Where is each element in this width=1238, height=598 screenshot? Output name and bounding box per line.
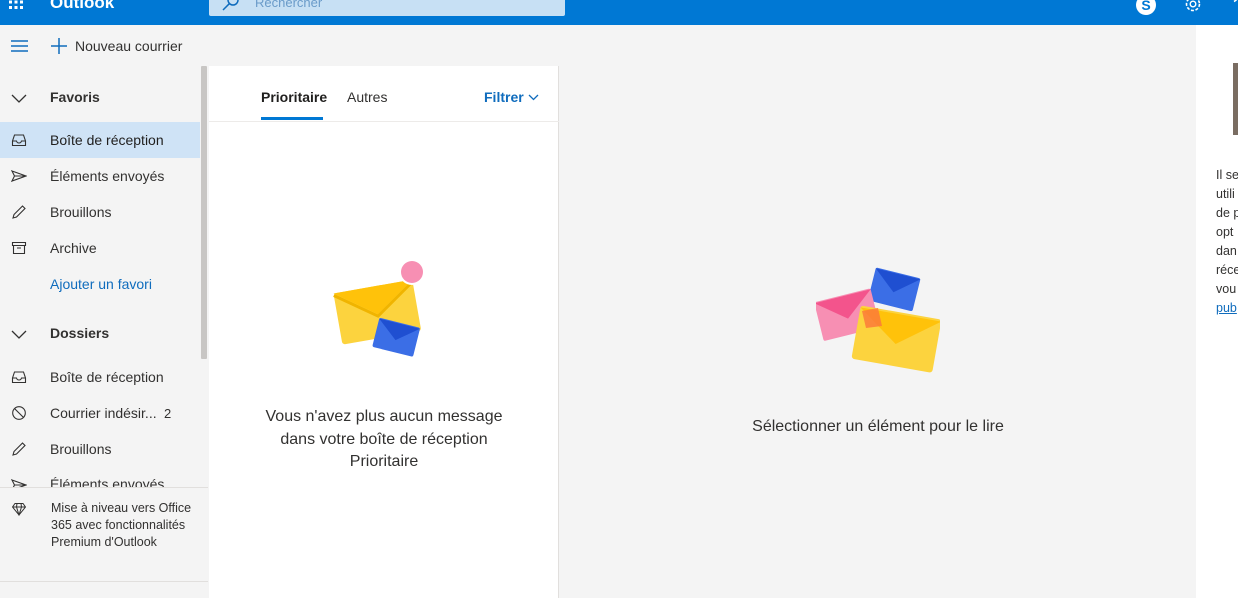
empty-reading-illustration (816, 267, 940, 373)
reading-pane-message: Sélectionner un élément pour le lire (752, 418, 1004, 435)
message-list-tabs: Prioritaire Autres Filtrer (209, 66, 559, 122)
skype-icon[interactable]: S (1135, 0, 1157, 16)
folder-pane-scrollbar[interactable] (201, 66, 207, 359)
folder-pane-bottom-divider (0, 581, 208, 582)
top-bar: Outlook Rechercher S (0, 0, 1238, 25)
folder-junk-count: 2 (164, 405, 172, 421)
ad-column: Il se utili de p opt dan réce vou pub (1196, 25, 1238, 598)
hamburger-icon[interactable] (11, 40, 28, 52)
filter-label: Filtrer (484, 89, 524, 105)
ad-text-line: utili (1216, 187, 1235, 201)
add-favorite-link[interactable]: Ajouter un favori (0, 266, 200, 302)
pencil-icon (12, 205, 26, 219)
tab-other[interactable]: Autres (347, 89, 387, 105)
chevron-down-icon (11, 94, 27, 103)
favorite-sent-label: Éléments envoyés (50, 168, 165, 184)
filter-button[interactable]: Filtrer (484, 89, 539, 105)
ad-link[interactable]: pub (1216, 299, 1238, 318)
favorite-archive[interactable]: Archive (0, 230, 200, 266)
folder-inbox-label: Boîte de réception (50, 369, 164, 385)
folder-pane: Favoris Boîte de réception Éléments envo… (0, 66, 208, 598)
folder-junk[interactable]: Courrier indésir... 2 (0, 395, 200, 431)
folders-header[interactable]: Dossiers (0, 315, 200, 351)
tab-focused[interactable]: Prioritaire (261, 89, 327, 105)
svg-text:S: S (1141, 0, 1150, 13)
ad-text-line: vou (1216, 282, 1237, 296)
help-icon[interactable] (1226, 0, 1238, 11)
favorite-archive-label: Archive (50, 240, 97, 256)
chevron-down-icon (11, 330, 27, 339)
gear-icon[interactable] (1182, 0, 1204, 15)
diamond-icon (12, 503, 26, 516)
folder-inbox[interactable]: Boîte de réception (0, 359, 200, 395)
command-bar: Nouveau courrier (0, 25, 1238, 66)
favorite-drafts[interactable]: Brouillons (0, 194, 200, 230)
favorite-drafts-label: Brouillons (50, 204, 112, 220)
chevron-down-icon (528, 94, 539, 100)
ad-text-line: dan (1216, 244, 1237, 258)
ad-text-line: opt (1216, 225, 1234, 239)
inbox-icon (11, 371, 27, 384)
favorite-inbox-label: Boîte de réception (50, 132, 164, 148)
search-placeholder: Rechercher (255, 0, 323, 10)
ad-text-line: réce (1216, 263, 1238, 277)
search-box[interactable]: Rechercher (209, 0, 565, 16)
blocked-icon (12, 406, 26, 420)
search-icon (222, 0, 239, 11)
add-favorite-label: Ajouter un favori (50, 276, 152, 292)
ad-text-line: Il se (1216, 168, 1238, 182)
new-mail-label: Nouveau courrier (75, 38, 183, 54)
upgrade-promo[interactable]: Mise à niveau vers Office 365 avec fonct… (0, 488, 208, 578)
ad-image[interactable] (1233, 63, 1238, 135)
ad-text: Il se utili de p opt dan réce vou pub (1216, 166, 1238, 318)
waffle-icon[interactable] (8, 0, 24, 10)
pencil-icon (12, 442, 26, 456)
plus-icon (51, 38, 67, 54)
send-icon (11, 170, 27, 182)
send-icon (11, 479, 27, 487)
folder-drafts-label: Brouillons (50, 441, 112, 457)
empty-inbox-illustration (333, 259, 425, 357)
favorites-header-label: Favoris (50, 89, 100, 105)
folder-sent-label: Éléments envoyés (50, 476, 165, 487)
empty-inbox-message: Vous n'avez plus aucun message dans votr… (265, 408, 503, 470)
folder-sent[interactable]: Éléments envoyés (0, 467, 200, 487)
archive-icon (11, 241, 27, 255)
ad-text-line: de p (1216, 206, 1238, 220)
reading-pane: Sélectionner un élément pour le lire (560, 66, 1196, 598)
upgrade-text: Mise à niveau vers Office 365 avec fonct… (51, 501, 192, 549)
new-mail-button[interactable]: Nouveau courrier (50, 35, 182, 57)
message-list: Prioritaire Autres Filtrer Vous n'avez p… (209, 66, 559, 598)
favorite-inbox[interactable]: Boîte de réception (0, 122, 200, 158)
app-title[interactable]: Outlook (50, 0, 114, 13)
folder-drafts[interactable]: Brouillons (0, 431, 200, 467)
favorite-sent[interactable]: Éléments envoyés (0, 158, 200, 194)
favorites-header[interactable]: Favoris (0, 79, 200, 115)
inbox-icon (11, 134, 27, 147)
active-tab-indicator (261, 117, 323, 120)
folders-header-label: Dossiers (50, 325, 110, 341)
folder-junk-label: Courrier indésir... (50, 405, 157, 421)
